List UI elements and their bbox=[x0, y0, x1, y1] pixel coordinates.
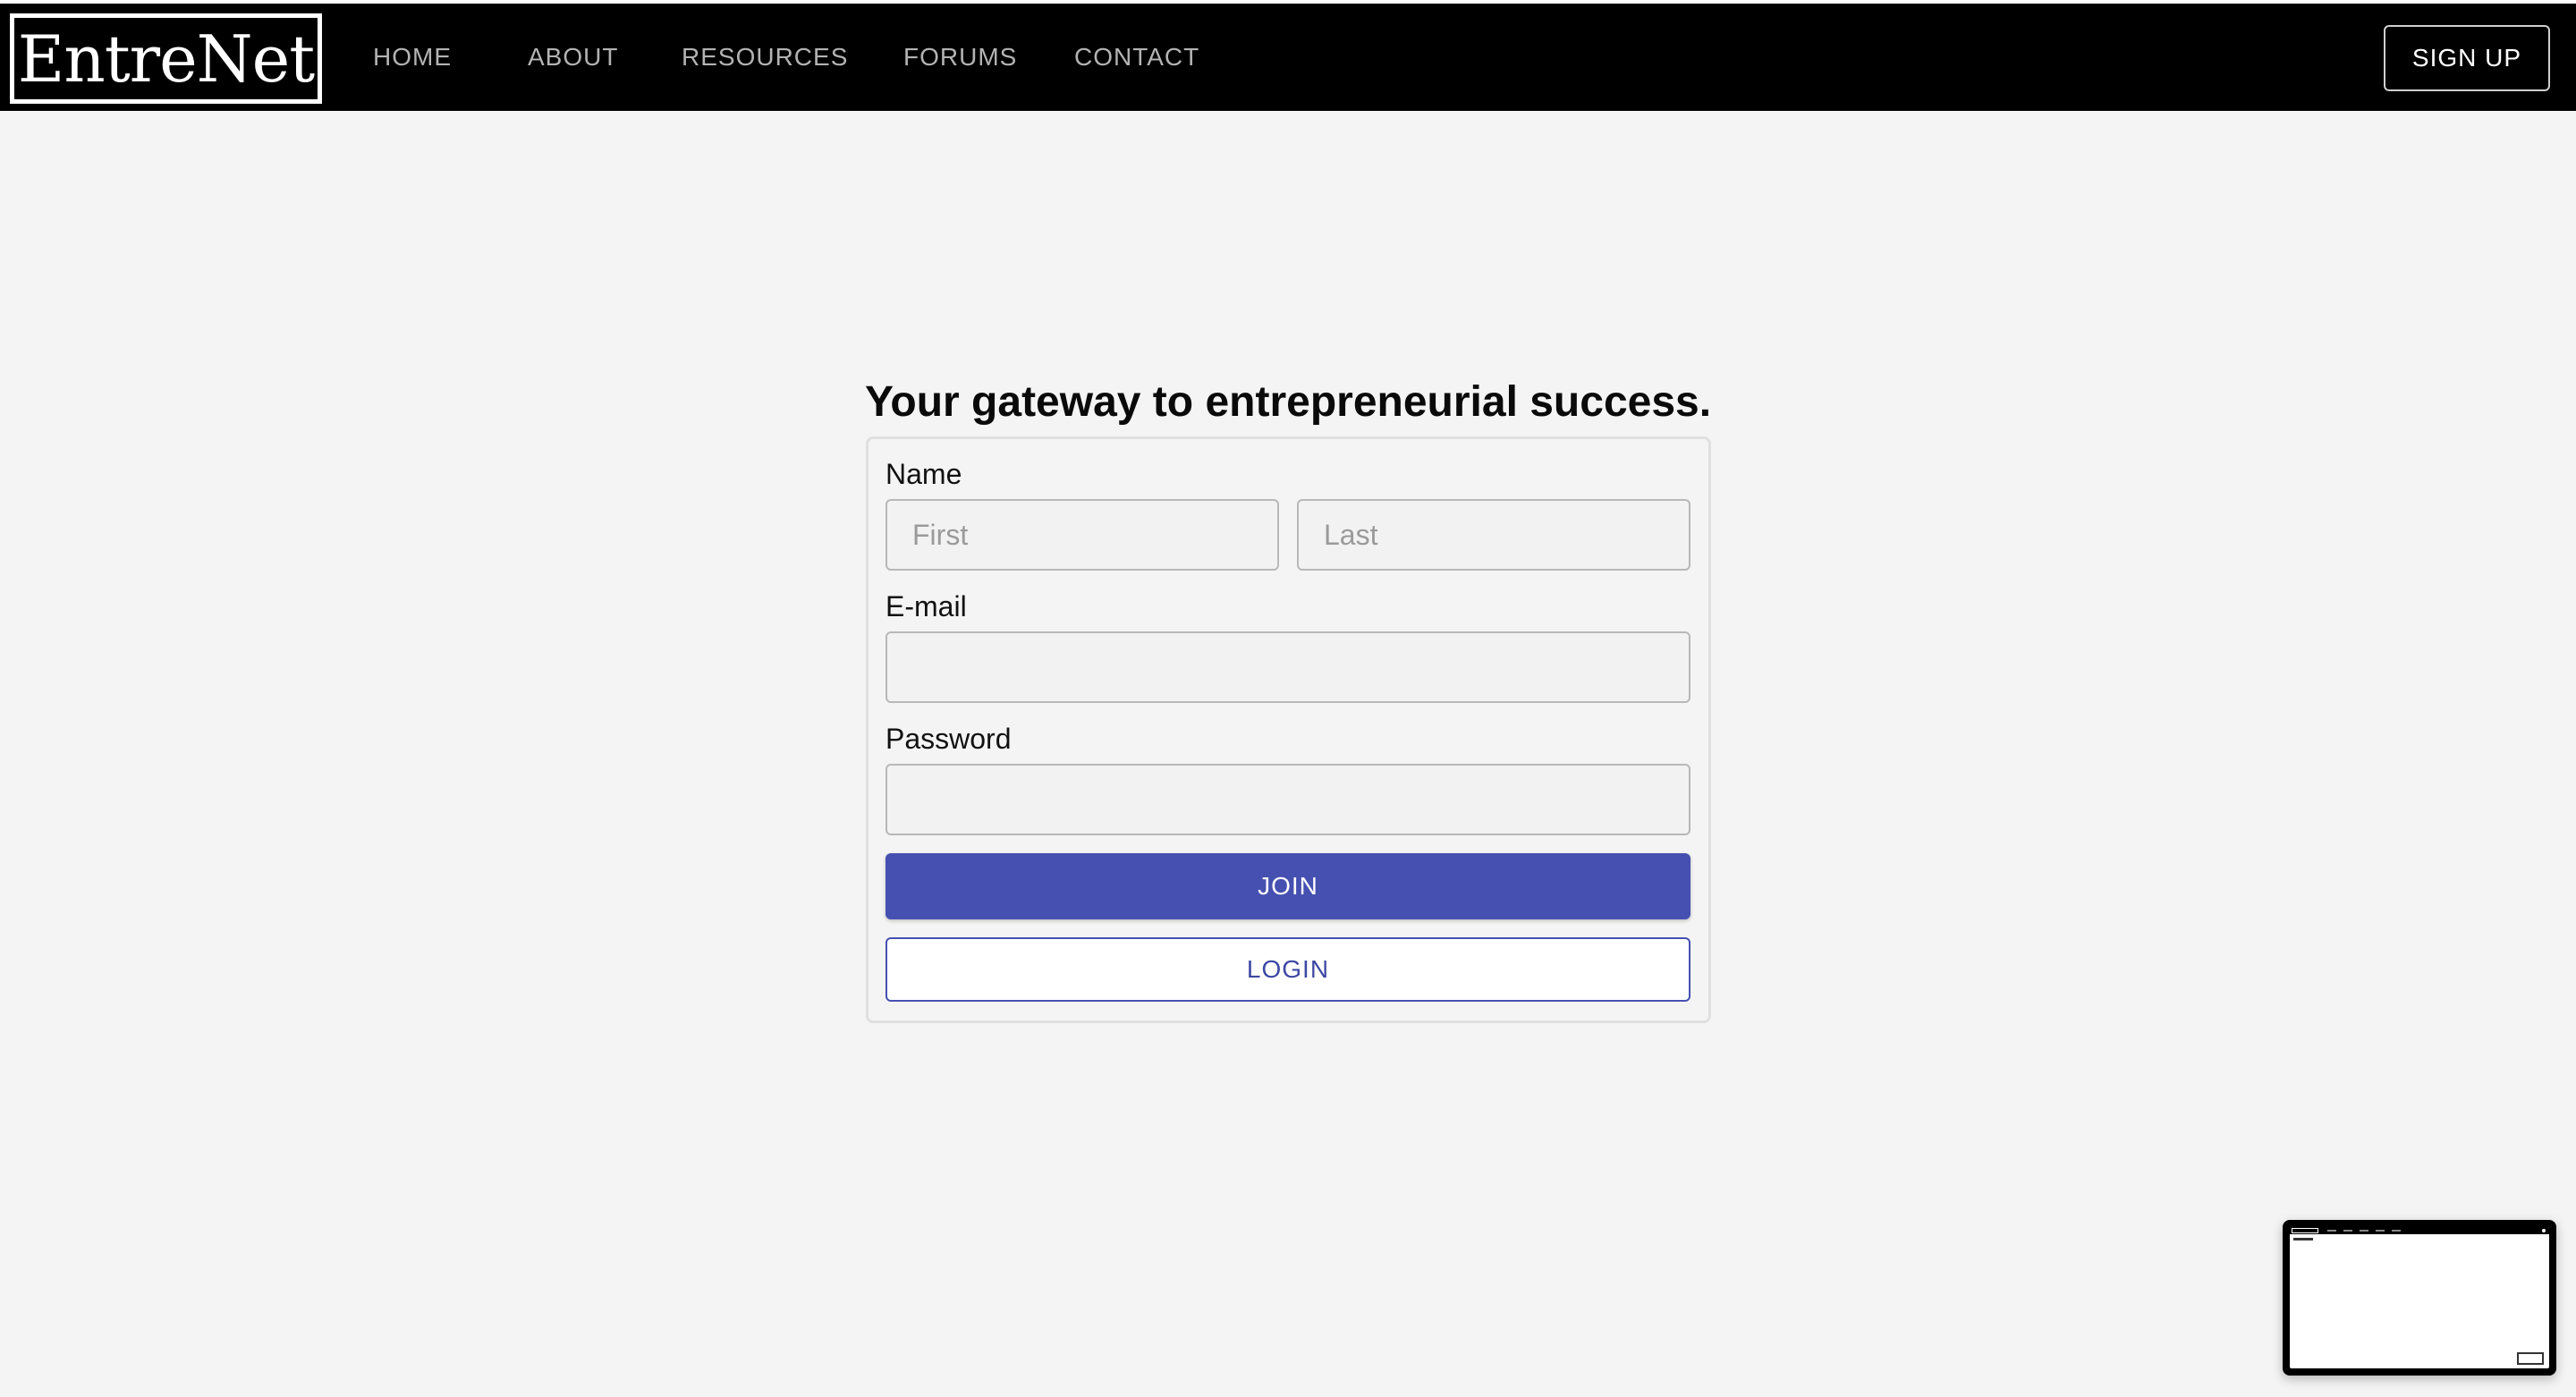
preview-nav-link bbox=[2343, 1230, 2352, 1232]
screen-preview-thumbnail[interactable] bbox=[2283, 1220, 2556, 1376]
password-input[interactable] bbox=[886, 764, 1690, 835]
email-input[interactable] bbox=[886, 631, 1690, 703]
entrenet-logo[interactable]: EntreNet bbox=[10, 13, 322, 104]
preview-logo bbox=[2292, 1228, 2318, 1233]
last-name-input[interactable] bbox=[1297, 499, 1690, 571]
first-name-input[interactable] bbox=[886, 499, 1279, 571]
sign-up-button[interactable]: SIGN UP bbox=[2384, 25, 2550, 91]
preview-screen bbox=[2290, 1227, 2549, 1368]
page-headline: Your gateway to entrepreneurial success. bbox=[864, 378, 1712, 426]
password-label: Password bbox=[886, 723, 1012, 755]
preview-text bbox=[2293, 1238, 2313, 1240]
nav-home-link[interactable]: HOME bbox=[373, 41, 452, 73]
preview-nav-link bbox=[2376, 1230, 2385, 1232]
join-button[interactable]: JOIN bbox=[886, 853, 1690, 919]
preview-nav-link bbox=[2327, 1230, 2336, 1232]
preview-nav-link bbox=[2360, 1230, 2368, 1232]
preview-corner-box bbox=[2517, 1352, 2544, 1365]
nav-resources-link[interactable]: RESOURCES bbox=[682, 41, 848, 73]
email-label: E-mail bbox=[886, 590, 967, 622]
login-button[interactable]: LOGIN bbox=[886, 937, 1690, 1002]
nav-contact-link[interactable]: CONTACT bbox=[1074, 41, 1199, 73]
preview-nav-link bbox=[2392, 1230, 2401, 1232]
nav-about-link[interactable]: ABOUT bbox=[528, 41, 618, 73]
top-navbar: EntreNet HOME ABOUT RESOURCES FORUMS CON… bbox=[0, 4, 2576, 111]
preview-navbar bbox=[2290, 1227, 2549, 1234]
preview-dot bbox=[2542, 1229, 2546, 1232]
name-label: Name bbox=[886, 458, 962, 490]
nav-forums-link[interactable]: FORUMS bbox=[903, 41, 1017, 73]
